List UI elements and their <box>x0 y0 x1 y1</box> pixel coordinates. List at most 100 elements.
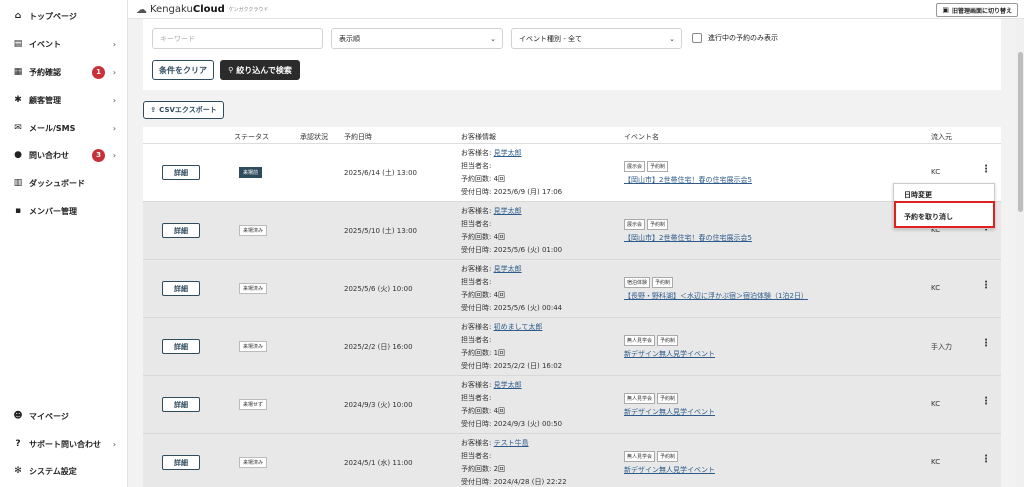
detail-button[interactable]: 詳細 <box>162 165 200 180</box>
home-icon: ⌂ <box>14 11 22 21</box>
switch-icon: ▣ <box>942 6 949 14</box>
logo[interactable]: ☁ Kengaku Cloud ケンガククラウド <box>136 3 268 16</box>
staff-label: 担当者名: <box>461 394 492 402</box>
chart-icon: ▥ <box>13 178 23 188</box>
sidebar-item-label: 顧客管理 <box>29 95 61 105</box>
sidebar-item-mypage[interactable]: ☻ マイページ <box>12 409 120 423</box>
sidebar-item-settings[interactable]: ✻ システム設定 <box>12 464 120 478</box>
customer-info: お客様名: テスト牛島 担当者名: 予約回数: 2回 受付日時: 2024/4/… <box>461 437 567 487</box>
detail-button[interactable]: 詳細 <box>162 339 200 354</box>
export-icon: ⇪ <box>150 106 157 114</box>
event-name-link[interactable]: 【岡山市】2世帯住宅！春の住宅展示会5 <box>624 176 752 184</box>
reschedule-menu-item[interactable]: 日時変更 <box>904 190 932 200</box>
customer-name-label: お客様名: <box>461 149 492 157</box>
ongoing-only-checkbox[interactable] <box>692 33 702 43</box>
main-content: キーワード 表示順 ⌄ イベント種別 - 全て ⌄ 進行中の予約のみ表示 条件を… <box>128 19 1016 487</box>
received-label: 受付日時: <box>461 246 492 254</box>
event-name-link[interactable]: 【長野・野科湖】＜水辺に浮かぶ宿＞宿泊体験（1泊2日） <box>624 292 808 300</box>
customer-name-link[interactable]: 見学太郎 <box>494 149 522 157</box>
detail-button[interactable]: 詳細 <box>162 397 200 412</box>
detail-button-label: 詳細 <box>174 342 188 351</box>
scrollbar-thumb[interactable] <box>1018 52 1023 212</box>
event-name-link[interactable]: 新デザイン無人見学イベント <box>624 350 715 358</box>
top-bar: ☁ Kengaku Cloud ケンガククラウド ▣ 旧管理画面に切り替え <box>128 0 1024 19</box>
sidebar-item-members[interactable]: ▪ メンバー管理 <box>12 204 120 218</box>
header-source: 流入元 <box>931 133 952 141</box>
source-value: KC <box>931 458 941 466</box>
customer-name-link[interactable]: 見学太郎 <box>494 381 522 389</box>
header-approval: 承認状況 <box>300 133 328 141</box>
customer-name-link[interactable]: 見学太郎 <box>494 265 522 273</box>
received-date: 2025/6/9 (月) 17:06 <box>493 188 563 196</box>
received-date: 2025/2/2 (日) 16:02 <box>493 362 563 370</box>
switch-old-admin-button[interactable]: ▣ 旧管理画面に切り替え <box>936 3 1018 17</box>
reservation-count: 2回 <box>493 465 506 473</box>
brand-tagline: ケンガククラウド <box>228 7 269 13</box>
sidebar-item-reservations[interactable]: ▦ 予約確認 1 › <box>12 65 120 79</box>
customer-name-link[interactable]: 初めまして太郎 <box>494 323 543 331</box>
sidebar-item-customers[interactable]: ✱ 顧客管理 › <box>12 93 120 107</box>
event-name-link[interactable]: 【岡山市】2世帯住宅！春の住宅展示会5 <box>624 234 752 242</box>
detail-button[interactable]: 詳細 <box>162 223 200 238</box>
sidebar-item-top[interactable]: ⌂ トップページ <box>12 9 120 23</box>
csv-export-label: CSVエクスポート <box>159 106 217 114</box>
event-name-link[interactable]: 新デザイン無人見学イベント <box>624 466 715 474</box>
kebab-menu-icon[interactable]: ⋮ <box>981 164 991 175</box>
chevron-right-icon: › <box>112 150 116 160</box>
table-row: 詳細 来場済み 2025/5/6 (火) 10:00 お客様名: 見学太郎 担当… <box>143 260 1001 318</box>
kebab-menu-icon[interactable]: ⋮ <box>981 338 991 349</box>
sidebar-item-label: イベント <box>29 39 61 49</box>
gear-icon: ✻ <box>14 466 22 476</box>
event-tag: 展示会 <box>624 161 646 172</box>
detail-button[interactable]: 詳細 <box>162 281 200 296</box>
csv-export-button[interactable]: ⇪ CSVエクスポート <box>143 101 224 119</box>
customer-name-link[interactable]: 見学太郎 <box>494 207 522 215</box>
clear-filters-button[interactable]: 条件をクリア <box>152 60 214 80</box>
chat-icon: ● <box>14 150 22 160</box>
reservation-count: 1回 <box>493 349 506 357</box>
customer-info: お客様名: 初めまして太郎 担当者名: 予約回数: 1回 受付日時: 2025/… <box>461 321 562 373</box>
customer-name-link[interactable]: テスト牛島 <box>494 439 529 447</box>
kebab-menu-icon[interactable]: ⋮ <box>981 454 991 465</box>
count-label: 予約回数: <box>461 407 492 415</box>
event-name-link[interactable]: 新デザイン無人見学イベント <box>624 408 715 416</box>
user-icon: ☻ <box>13 411 23 421</box>
kebab-menu-icon[interactable]: ⋮ <box>981 396 991 407</box>
kebab-menu-icon[interactable]: ⋮ <box>981 280 991 291</box>
event-cell: 展示会 予約制 【岡山市】2世帯住宅！春の住宅展示会5 <box>624 219 752 243</box>
sidebar-item-label: システム設定 <box>29 466 77 476</box>
sidebar-item-label: 予約確認 <box>29 67 61 77</box>
clear-filters-label: 条件をクリア <box>159 65 207 75</box>
received-label: 受付日時: <box>461 362 492 370</box>
reservation-count: 4回 <box>493 175 506 183</box>
table-row: 詳細 来場せず 2024/9/3 (火) 10:00 お客様名: 見学太郎 担当… <box>143 376 1001 434</box>
customer-info: お客様名: 見学太郎 担当者名: 予約回数: 4回 受付日時: 2024/9/3… <box>461 379 562 431</box>
keyword-placeholder: キーワード <box>160 34 195 43</box>
event-cell: 無人見学会 予約制 新デザイン無人見学イベント <box>624 335 715 359</box>
received-label: 受付日時: <box>461 420 492 428</box>
detail-button-label: 詳細 <box>174 284 188 293</box>
ongoing-only-label: 進行中の予約のみ表示 <box>708 34 778 42</box>
sidebar-item-inquiries[interactable]: ● 問い合わせ 3 › <box>12 148 120 162</box>
sidebar-item-label: メール/SMS <box>29 123 76 133</box>
event-type-select[interactable]: イベント種別 - 全て ⌄ <box>511 28 682 49</box>
reservation-date: 2025/2/2 (日) 16:00 <box>344 343 413 351</box>
switch-old-admin-label: 旧管理画面に切り替え <box>951 7 1012 15</box>
detail-button-label: 詳細 <box>174 400 188 409</box>
reservations-table: ステータス 承認状況 予約日時 お客様情報 イベント名 流入元 詳細 来場前 2… <box>143 127 1001 487</box>
sort-select[interactable]: 表示順 ⌄ <box>331 28 503 49</box>
keyword-input[interactable]: キーワード <box>152 28 323 49</box>
document-icon: ▤ <box>13 39 23 49</box>
reservation-date: 2025/5/6 (火) 10:00 <box>344 285 413 293</box>
chevron-right-icon: › <box>112 67 116 77</box>
sidebar-item-mail[interactable]: ✉ メール/SMS › <box>12 121 120 135</box>
reservation-date: 2024/5/1 (水) 11:00 <box>344 459 413 467</box>
sidebar-item-events[interactable]: ▤ イベント › <box>12 37 120 51</box>
chevron-right-icon: › <box>112 439 116 449</box>
sidebar-item-label: ダッシュボード <box>29 178 85 188</box>
search-button[interactable]: ⚲ 絞り込んで検索 <box>220 60 300 80</box>
detail-button[interactable]: 詳細 <box>162 455 200 470</box>
sidebar-item-support[interactable]: ? サポート問い合わせ › <box>12 437 120 451</box>
ongoing-only-toggle[interactable]: 進行中の予約のみ表示 <box>692 33 778 43</box>
sidebar-item-dashboard[interactable]: ▥ ダッシュボード <box>12 176 120 190</box>
